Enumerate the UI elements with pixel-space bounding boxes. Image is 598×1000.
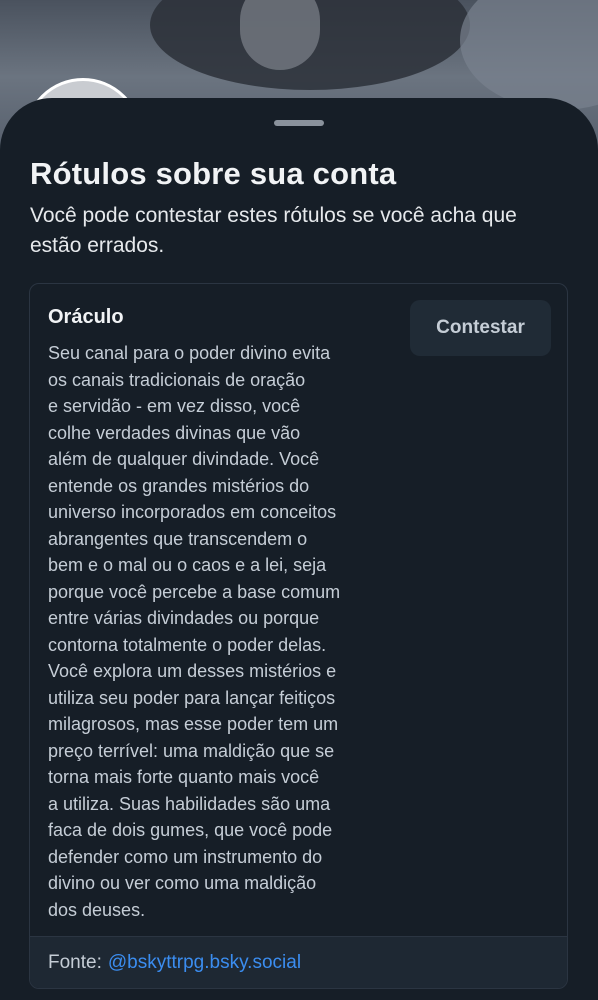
sheet-subtitle: Você pode contestar estes rótulos se voc… <box>30 204 517 257</box>
sheet-drag-handle[interactable] <box>274 120 324 126</box>
labels-bottom-sheet: Rótulos sobre sua conta Você pode contes… <box>0 98 598 1000</box>
source-label: Fonte: <box>48 951 102 973</box>
sheet-title: Rótulos sobre sua conta <box>30 156 397 191</box>
label-name: Oráculo <box>48 306 124 328</box>
source-handle-link[interactable]: @bskyttrpg.bsky.social <box>108 952 301 974</box>
banner-shape <box>460 0 598 110</box>
label-source-footer: Fonte: @bskyttrpg.bsky.social <box>30 936 567 988</box>
contest-button[interactable]: Contestar <box>410 300 551 356</box>
label-card: Oráculo Contestar Seu canal para o poder… <box>29 283 568 989</box>
label-description: Seu canal para o poder divino evita os c… <box>48 343 341 920</box>
